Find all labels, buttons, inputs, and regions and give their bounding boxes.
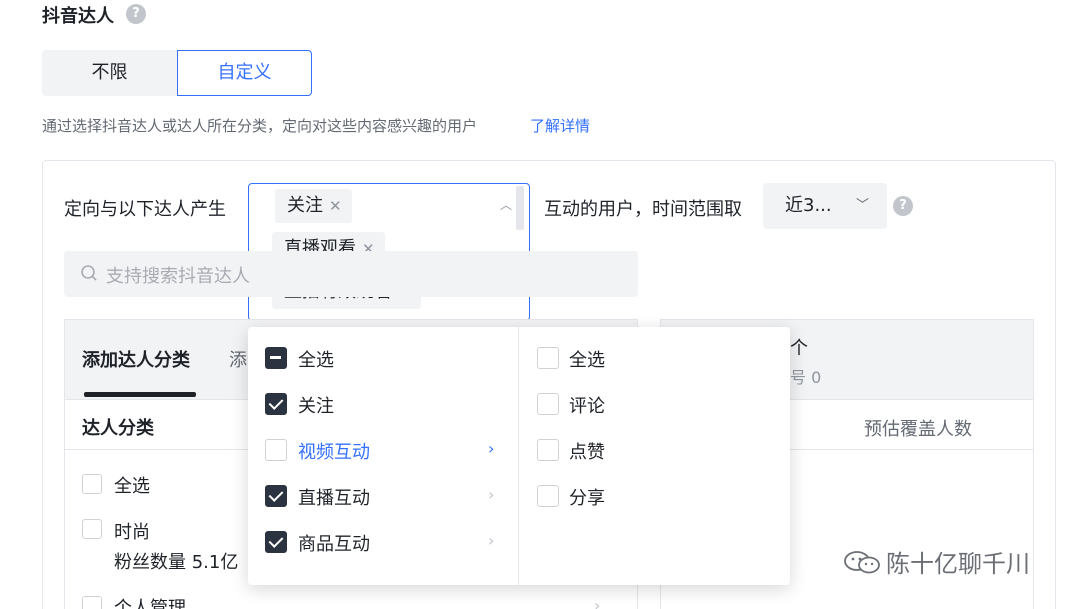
chevron-down-icon: ﹀ bbox=[855, 198, 869, 213]
time-range-value: 近3... bbox=[785, 195, 832, 216]
dropdown-item-label[interactable]: 评论 bbox=[569, 392, 605, 418]
list-item-label: 全选 bbox=[114, 476, 150, 497]
dropdown-item-label[interactable]: 直播互动 bbox=[298, 484, 370, 510]
dropdown-item-label[interactable]: 分享 bbox=[569, 484, 605, 510]
tab-add-category[interactable]: 添加达人分类 bbox=[82, 346, 190, 372]
checkbox-checked[interactable] bbox=[265, 393, 287, 415]
dropdown-item-label[interactable]: 点赞 bbox=[569, 438, 605, 464]
segment-custom[interactable]: 自定义 bbox=[177, 50, 312, 96]
column-header-coverage: 预估覆盖人数 bbox=[864, 419, 972, 440]
list-item-sub: 粉丝数量 5.1亿 bbox=[114, 552, 239, 573]
column-header-category: 达人分类 bbox=[82, 418, 154, 439]
chevron-right-icon[interactable]: › bbox=[488, 485, 494, 504]
tag-scrollbar[interactable] bbox=[516, 186, 524, 230]
tag-label: 关注 bbox=[287, 195, 323, 216]
checkbox[interactable] bbox=[82, 519, 102, 539]
list-item-label: 个人管理 bbox=[114, 598, 186, 609]
close-icon[interactable]: ✕ bbox=[329, 197, 342, 215]
section-title: 抖音达人 bbox=[42, 6, 114, 27]
checkbox[interactable] bbox=[537, 393, 559, 415]
dropdown-item-label[interactable]: 全选 bbox=[569, 346, 605, 372]
help-icon[interactable]: ? bbox=[126, 4, 146, 24]
checkbox[interactable] bbox=[265, 439, 287, 461]
tab-add-creator[interactable]: 添 bbox=[229, 346, 247, 372]
checkbox[interactable] bbox=[537, 439, 559, 461]
search-placeholder: 支持搜索抖音达人 bbox=[106, 266, 250, 287]
tag-follow: 关注 ✕ bbox=[275, 189, 352, 223]
checkbox[interactable] bbox=[82, 474, 102, 494]
checkbox[interactable] bbox=[537, 347, 559, 369]
chevron-up-icon[interactable]: ︿ bbox=[500, 196, 512, 213]
targeting-middle-label: 互动的用户，时间范围取 bbox=[544, 199, 742, 220]
segment-unlimited[interactable]: 不限 bbox=[42, 50, 177, 96]
checkbox-checked[interactable] bbox=[265, 485, 287, 507]
checkbox[interactable] bbox=[82, 596, 102, 609]
time-range-select[interactable]: 近3... ﹀ bbox=[763, 183, 887, 229]
checkbox[interactable] bbox=[537, 485, 559, 507]
checkbox-checked[interactable] bbox=[265, 531, 287, 553]
learn-more-link[interactable]: 了解详情 bbox=[530, 115, 590, 136]
dropdown-item-label[interactable]: 全选 bbox=[298, 346, 334, 372]
dropdown-item-label-active[interactable]: 视频互动 bbox=[298, 438, 370, 464]
dropdown-item-label[interactable]: 商品互动 bbox=[298, 530, 370, 556]
dropdown-item-label[interactable]: 关注 bbox=[298, 392, 334, 418]
wechat-icon bbox=[844, 551, 880, 574]
targeting-prefix-label: 定向与以下达人产生 bbox=[64, 199, 226, 220]
help-icon[interactable]: ? bbox=[893, 196, 913, 216]
dropdown-divider bbox=[518, 327, 519, 585]
selected-count-label: 个 bbox=[790, 338, 808, 359]
chevron-right-icon[interactable]: › bbox=[594, 596, 600, 609]
checkbox-partial[interactable] bbox=[265, 347, 287, 369]
chevron-right-icon[interactable]: › bbox=[488, 439, 494, 458]
search-icon bbox=[81, 265, 97, 281]
selected-account-label: 号 0 bbox=[790, 368, 822, 387]
tab-indicator bbox=[84, 392, 196, 397]
chevron-right-icon[interactable]: › bbox=[488, 531, 494, 550]
watermark-text: 陈十亿聊千川 bbox=[886, 550, 1030, 578]
list-item-label: 时尚 bbox=[114, 522, 150, 543]
section-description: 通过选择抖音达人或达人所在分类，定向对这些内容感兴趣的用户 bbox=[42, 117, 478, 135]
